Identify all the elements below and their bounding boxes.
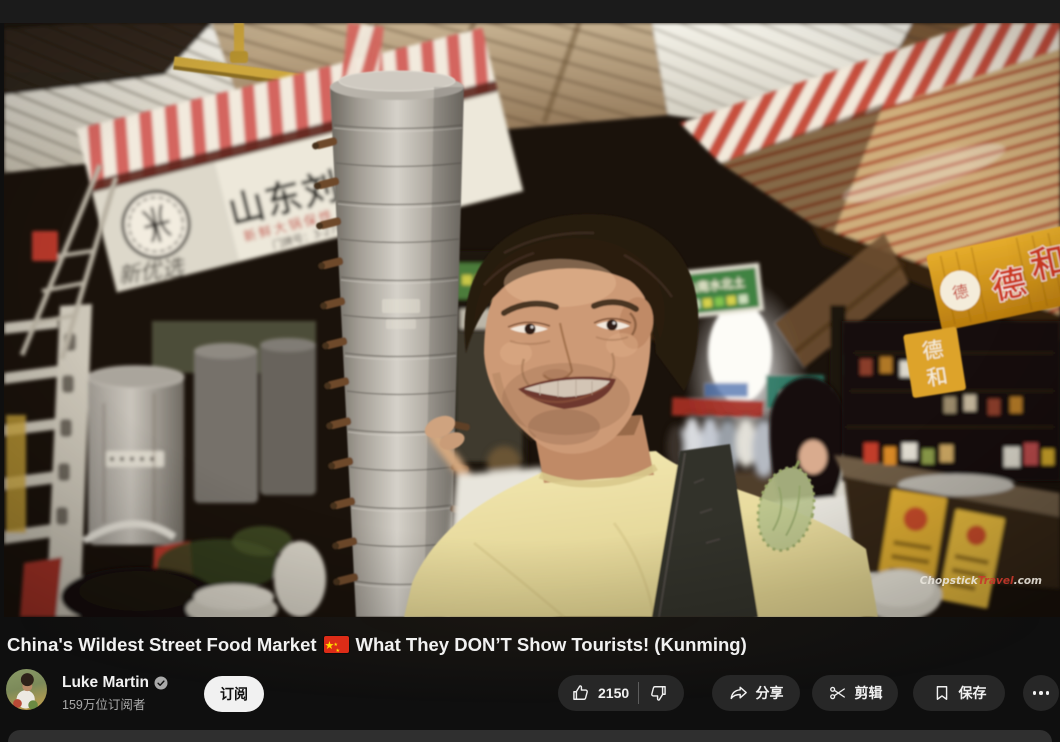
video-title-part1: China's Wildest Street Food Market bbox=[7, 634, 317, 655]
vignette bbox=[4, 23, 1060, 617]
china-flag-icon: ★★★ bbox=[324, 636, 349, 653]
clip-label: 剪辑 bbox=[855, 683, 883, 703]
save-label: 保存 bbox=[959, 683, 987, 703]
video-frame-illustration: 新优选 山东刘烨 新鲜大锅保烨 门牌号：3-27号 bbox=[4, 23, 1060, 617]
save-button[interactable]: 保存 bbox=[913, 675, 1005, 711]
subscriber-count: 159万位订阅者 bbox=[62, 694, 145, 713]
like-count: 2150 bbox=[598, 685, 629, 701]
thumbs-up-icon bbox=[571, 683, 591, 703]
description-box[interactable] bbox=[8, 730, 1052, 742]
channel-avatar[interactable] bbox=[6, 669, 47, 710]
like-dislike-pill: 2150 bbox=[558, 675, 684, 711]
share-button[interactable]: 分享 bbox=[712, 675, 800, 711]
more-dots-icon bbox=[1033, 691, 1037, 695]
youtube-watch-page: 新优选 山东刘烨 新鲜大锅保烨 门牌号：3-27号 bbox=[0, 0, 1060, 742]
channel-watermark: ChopstickTravel.com bbox=[920, 575, 1042, 587]
watermark-part1: Chopstick bbox=[920, 575, 979, 587]
video-title: China's Wildest Street Food Market ★★★ Wha… bbox=[7, 631, 1053, 658]
share-label: 分享 bbox=[756, 683, 784, 703]
watermark-part2: Travel bbox=[978, 575, 1014, 587]
channel-name-row: Luke Martin bbox=[62, 673, 168, 693]
video-title-part2: What They DON’T Show Tourists! (Kunming) bbox=[356, 634, 747, 655]
thumbs-down-icon bbox=[648, 683, 668, 703]
more-actions-button[interactable] bbox=[1023, 675, 1059, 711]
scissors-icon bbox=[828, 683, 848, 703]
bookmark-icon bbox=[932, 683, 952, 703]
top-spacer bbox=[0, 0, 1060, 23]
watermark-part3: .com bbox=[1014, 575, 1042, 587]
video-player[interactable]: 新优选 山东刘烨 新鲜大锅保烨 门牌号：3-27号 bbox=[4, 23, 1060, 617]
dislike-button[interactable] bbox=[639, 675, 681, 711]
verified-badge-icon bbox=[154, 676, 168, 690]
subscribe-button[interactable]: 订阅 bbox=[204, 676, 264, 712]
share-icon bbox=[729, 683, 749, 703]
like-button[interactable]: 2150 bbox=[558, 675, 638, 711]
channel-name[interactable]: Luke Martin bbox=[62, 674, 149, 692]
clip-button[interactable]: 剪辑 bbox=[812, 675, 898, 711]
